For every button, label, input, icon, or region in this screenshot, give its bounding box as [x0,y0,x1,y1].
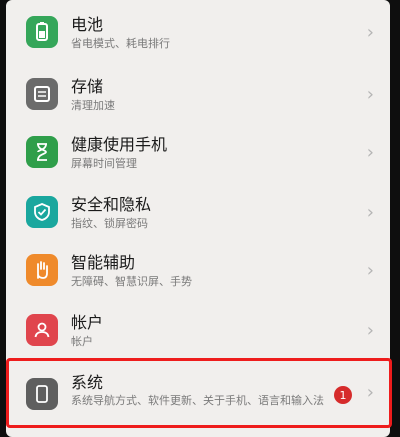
settings-item-title: 健康使用手机 [71,135,168,154]
settings-item-title: 系统 [71,373,104,392]
chevron-right-icon: › [366,84,374,105]
account-icon [26,314,58,346]
chevron-right-icon: › [366,142,374,163]
settings-item-account[interactable]: 帐户 帐户 › [6,306,390,364]
battery-icon [26,16,58,48]
chevron-right-icon: › [366,320,374,341]
hourglass-icon [26,136,58,168]
settings-item-battery[interactable]: 电池 省电模式、耗电排行 › [6,8,390,66]
chevron-right-icon: › [366,202,374,223]
settings-item-title: 存储 [71,77,104,96]
settings-item-smart-assist[interactable]: 智能辅助 无障碍、智慧识屏、手势 › [6,246,390,304]
notification-badge: 1 [334,386,352,404]
settings-item-system[interactable]: 系统 系统导航方式、软件更新、关于手机、语言和输入法 1 › [6,366,390,430]
settings-item-security-privacy[interactable]: 安全和隐私 指纹、锁屏密码 › [6,188,390,246]
settings-item-title: 电池 [71,15,104,34]
settings-item-subtitle: 无障碍、智慧识屏、手势 [71,275,192,288]
storage-icon [26,78,58,110]
chevron-right-icon: › [366,260,374,281]
chevron-right-icon: › [366,382,374,403]
settings-item-subtitle: 帐户 [71,335,93,348]
hand-icon [26,254,58,286]
shield-icon [26,196,58,228]
settings-item-subtitle: 省电模式、耗电排行 [71,37,170,50]
settings-item-storage[interactable]: 存储 清理加速 › [6,70,390,128]
phone-icon [26,378,58,410]
settings-item-subtitle: 系统导航方式、软件更新、关于手机、语言和输入法 [71,394,324,407]
settings-item-title: 智能辅助 [71,253,136,272]
settings-item-subtitle: 指纹、锁屏密码 [71,217,148,230]
settings-item-subtitle: 屏幕时间管理 [71,157,137,170]
chevron-right-icon: › [366,22,374,43]
settings-item-title: 帐户 [71,313,104,332]
settings-item-title: 安全和隐私 [71,195,152,214]
settings-item-digital-balance[interactable]: 健康使用手机 屏幕时间管理 › [6,128,390,186]
settings-screen: 电池 省电模式、耗电排行 › 存储 清理加速 › 健康使用手机 屏幕时间管理 › [6,0,390,437]
settings-item-subtitle: 清理加速 [71,99,115,112]
